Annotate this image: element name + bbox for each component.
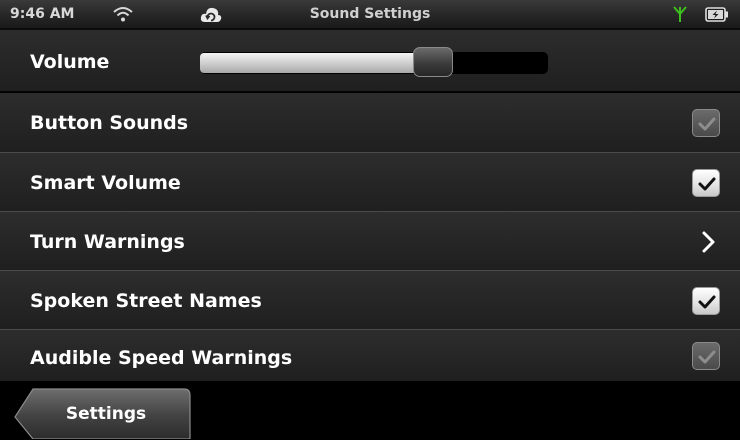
setting-label: Audible Speed Warnings (30, 347, 293, 369)
checkmark-icon (698, 177, 716, 191)
sound-settings-screen: 9:46 AM Sound Settings Volume Button Sou… (0, 0, 740, 440)
back-settings-button[interactable]: Settings (14, 387, 192, 439)
setting-row-button-sounds[interactable]: Button Sounds (0, 93, 740, 153)
checkbox-button-sounds[interactable] (692, 109, 720, 137)
status-title: Sound Settings (309, 6, 431, 22)
status-bar: 9:46 AM Sound Settings (0, 0, 740, 30)
volume-label: Volume (30, 51, 110, 73)
setting-row-audible-speed-warnings[interactable]: Audible Speed Warnings (0, 330, 740, 381)
checkmark-icon (698, 350, 716, 364)
volume-slider-thumb[interactable] (413, 47, 453, 77)
chevron-right-icon[interactable] (700, 230, 718, 254)
volume-slider[interactable] (200, 47, 548, 77)
bottom-bar: Settings (0, 381, 740, 440)
back-button-label: Settings (65, 404, 147, 424)
setting-label: Button Sounds (30, 112, 189, 134)
checkmark-icon (698, 117, 716, 131)
setting-row-turn-warnings[interactable]: Turn Warnings (0, 212, 740, 271)
volume-slider-fill (200, 53, 433, 73)
battery-charging-icon (705, 7, 728, 22)
checkbox-spoken-street-names[interactable] (692, 287, 720, 315)
checkbox-audible-speed-warnings[interactable] (692, 342, 720, 370)
setting-row-smart-volume[interactable]: Smart Volume (0, 153, 740, 212)
signal-antenna-icon (673, 6, 687, 22)
setting-row-spoken-street-names[interactable]: Spoken Street Names (0, 271, 740, 330)
setting-label: Turn Warnings (30, 231, 185, 253)
checkbox-smart-volume[interactable] (692, 169, 720, 197)
setting-label: Spoken Street Names (30, 290, 262, 312)
checkmark-icon (698, 295, 716, 309)
setting-label: Smart Volume (30, 172, 181, 194)
